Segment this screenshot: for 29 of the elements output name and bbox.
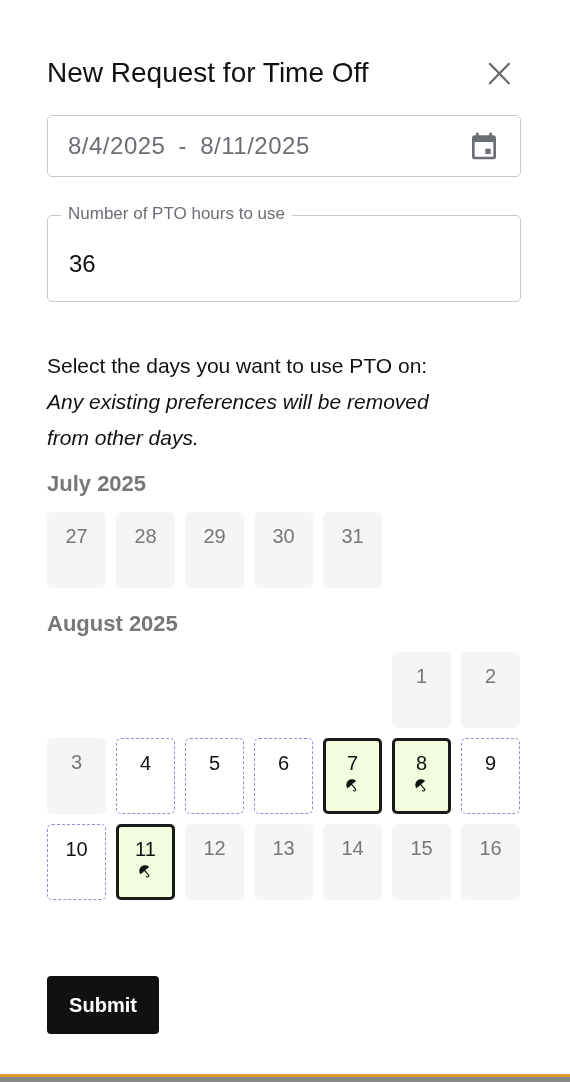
day-cell[interactable]: 6: [254, 738, 313, 814]
day-cell[interactable]: 10: [47, 824, 106, 900]
day-cell[interactable]: 5: [185, 738, 244, 814]
day-cell: 29: [185, 512, 244, 588]
month-title: August 2025: [47, 610, 179, 638]
note-text: Any existing preferences will be removed from other days.: [47, 389, 430, 451]
close-button[interactable]: ×: [477, 52, 521, 94]
date-range-field[interactable]: 8/4/2025 - 8/11/2025: [47, 115, 521, 177]
dialog-title: New Request for Time Off: [47, 57, 369, 89]
day-cell: 28: [116, 512, 175, 588]
day-cell[interactable]: 11: [116, 824, 175, 900]
day-cell[interactable]: 8: [392, 738, 451, 814]
day-cell: 1: [392, 652, 451, 728]
day-cell: 16: [461, 824, 520, 900]
month-title: July 2025: [47, 470, 148, 498]
day-cell: 13: [254, 824, 313, 900]
day-cell: 31: [323, 512, 382, 588]
instruction-text: Select the days you want to use PTO on:: [47, 353, 429, 379]
day-cell: 3: [47, 738, 106, 814]
day-cell[interactable]: 7: [323, 738, 382, 814]
day-cell[interactable]: 4: [116, 738, 175, 814]
submit-button[interactable]: Submit: [47, 976, 159, 1034]
day-cell: 30: [254, 512, 313, 588]
day-cell: 12: [185, 824, 244, 900]
day-cell: 14: [323, 824, 382, 900]
day-cell: 15: [392, 824, 451, 900]
day-cell: 27: [47, 512, 106, 588]
day-cell[interactable]: 9: [461, 738, 520, 814]
day-cell: 2: [461, 652, 520, 728]
